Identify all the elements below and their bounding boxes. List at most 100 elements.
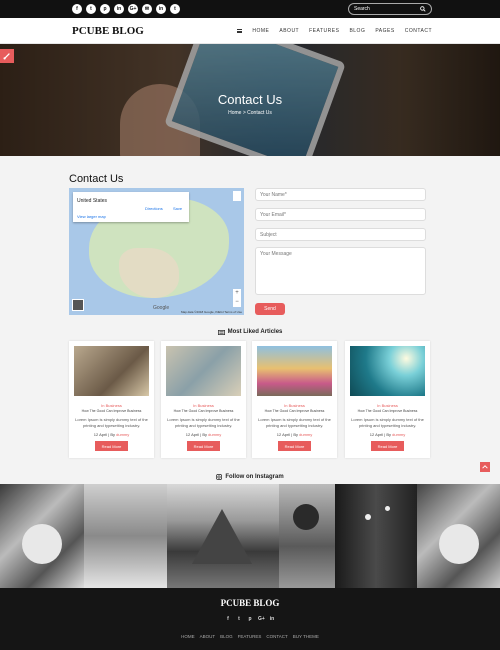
twitter-icon[interactable]: t xyxy=(86,4,96,14)
article-title[interactable]: How The Good Can Improve Business xyxy=(161,409,246,414)
message-field[interactable] xyxy=(255,247,426,295)
send-button[interactable]: Send xyxy=(255,303,285,315)
newspaper-icon xyxy=(217,329,225,335)
article-category[interactable]: In Business xyxy=(252,403,337,408)
nav-item-home[interactable]: HOME xyxy=(252,28,269,34)
footer-link-buy-theme[interactable]: BUY THEME xyxy=(293,634,319,639)
google-map[interactable]: United States Directions Save View large… xyxy=(69,188,244,315)
breadcrumb[interactable]: Home > Contact Us xyxy=(0,110,500,116)
instagram-icon xyxy=(216,474,223,480)
article-meta: 12 April | By dummy xyxy=(93,432,130,437)
main-navbar: PCUBE BLOG HOME ABOUT FEATURES BLOG PAGE… xyxy=(0,18,500,44)
article-title[interactable]: How The Good Can Improve Business xyxy=(345,409,430,414)
map-attribution: Map data ©2018 Google, INEGI Terms of Us… xyxy=(180,310,242,314)
map-directions-link[interactable]: Directions xyxy=(145,206,163,211)
article-card: In Business How The Good Can Improve Bus… xyxy=(252,341,337,458)
map-place-name: United States xyxy=(77,198,108,204)
view-larger-map-link[interactable]: View larger map xyxy=(77,214,106,219)
brush-icon xyxy=(3,53,10,60)
email-field[interactable] xyxy=(255,208,426,221)
article-author[interactable]: dummy xyxy=(299,432,312,437)
article-excerpt: Lorem Ipsum is simply dummy text of the … xyxy=(258,417,331,428)
instagram-photo[interactable] xyxy=(335,484,417,588)
tumblr-icon[interactable]: t xyxy=(170,4,180,14)
search-icon[interactable] xyxy=(420,6,426,12)
linkedin-icon[interactable]: in xyxy=(114,4,124,14)
menu-icon[interactable] xyxy=(237,29,243,33)
map-info-card: United States Directions Save View large… xyxy=(73,192,189,222)
instagram-photo[interactable] xyxy=(84,484,167,588)
article-image[interactable] xyxy=(166,346,241,396)
google-logo: Google xyxy=(153,305,170,311)
nav-menu: HOME ABOUT FEATURES BLOG PAGES CONTACT xyxy=(237,28,432,34)
article-card: In Business How The Good Can Improve Bus… xyxy=(69,341,154,458)
nav-item-blog[interactable]: BLOG xyxy=(349,28,365,34)
article-title[interactable]: How The Good Can Improve Business xyxy=(252,409,337,414)
customizer-toggle[interactable] xyxy=(0,49,14,63)
email-icon[interactable]: ✉ xyxy=(142,4,152,14)
read-more-button[interactable]: Read More xyxy=(187,441,220,451)
google-plus-icon[interactable]: G+ xyxy=(128,4,138,14)
facebook-icon[interactable]: f xyxy=(225,616,231,622)
article-image[interactable] xyxy=(74,346,149,396)
linkedin-icon[interactable]: in xyxy=(269,616,275,622)
footer-nav: HOME ABOUT BLOG FEATURES CONTACT BUY THE… xyxy=(0,634,500,639)
article-category[interactable]: In Business xyxy=(161,403,246,408)
search-box xyxy=(348,3,432,15)
articles-section-title: Most Liked Articles xyxy=(0,329,500,335)
article-author[interactable]: dummy xyxy=(392,432,405,437)
hero-banner: Contact Us Home > Contact Us xyxy=(0,44,500,156)
article-category[interactable]: In Business xyxy=(69,403,154,408)
footer-link-home[interactable]: HOME xyxy=(181,634,195,639)
nav-item-about[interactable]: ABOUT xyxy=(279,28,299,34)
nav-item-features[interactable]: FEATURES xyxy=(309,28,339,34)
footer-logo[interactable]: PCUBE BLOG xyxy=(0,598,500,608)
hero-title: Contact Us xyxy=(217,92,283,107)
article-title[interactable]: How The Good Can Improve Business xyxy=(69,409,154,414)
footer-link-about[interactable]: ABOUT xyxy=(200,634,216,639)
facebook-icon[interactable]: f xyxy=(72,4,82,14)
article-author[interactable]: dummy xyxy=(208,432,221,437)
nav-item-contact[interactable]: CONTACT xyxy=(405,28,432,34)
instagram-photo[interactable] xyxy=(167,484,279,588)
instagram-photo[interactable] xyxy=(417,484,500,588)
article-excerpt: Lorem Ipsum is simply dummy text of the … xyxy=(351,417,424,428)
instagram-feed xyxy=(0,484,500,588)
map-layer-toggle[interactable] xyxy=(72,299,84,311)
footer-social-links: f t p G+ in xyxy=(0,616,500,622)
linkedin-alt-icon[interactable]: in xyxy=(156,4,166,14)
article-image[interactable] xyxy=(257,346,332,396)
social-links: f t p in G+ ✉ in t xyxy=(72,4,180,14)
top-bar: f t p in G+ ✉ in t xyxy=(0,0,500,18)
twitter-icon[interactable]: t xyxy=(236,616,242,622)
article-excerpt: Lorem Ipsum is simply dummy text of the … xyxy=(167,417,240,428)
name-field[interactable] xyxy=(255,188,426,201)
article-category[interactable]: In Business xyxy=(345,403,430,408)
footer-link-contact[interactable]: CONTACT xyxy=(266,634,287,639)
chevron-up-icon xyxy=(482,465,488,469)
footer-link-features[interactable]: FEATURES xyxy=(238,634,262,639)
google-plus-icon[interactable]: G+ xyxy=(258,616,265,622)
search-input[interactable] xyxy=(354,6,421,12)
pinterest-icon[interactable]: p xyxy=(247,616,253,622)
article-author[interactable]: dummy xyxy=(116,432,129,437)
scroll-to-top-button[interactable] xyxy=(480,462,490,472)
footer-link-blog[interactable]: BLOG xyxy=(220,634,233,639)
read-more-button[interactable]: Read More xyxy=(278,441,311,451)
instagram-photo[interactable] xyxy=(0,484,84,588)
street-view-icon[interactable] xyxy=(233,191,241,201)
subject-field[interactable] xyxy=(255,228,426,241)
site-logo[interactable]: PCUBE BLOG xyxy=(72,25,144,37)
read-more-button[interactable]: Read More xyxy=(95,441,128,451)
nav-item-pages[interactable]: PAGES xyxy=(375,28,394,34)
article-image[interactable] xyxy=(350,346,425,396)
instagram-photo[interactable] xyxy=(279,484,335,588)
article-meta: 12 April | By dummy xyxy=(369,432,406,437)
site-footer: PCUBE BLOG f t p G+ in HOME ABOUT BLOG F… xyxy=(0,588,500,650)
read-more-button[interactable]: Read More xyxy=(371,441,404,451)
pinterest-icon[interactable]: p xyxy=(100,4,110,14)
map-zoom-control[interactable]: + − xyxy=(233,289,241,307)
article-meta: 12 April | By dummy xyxy=(185,432,222,437)
map-save-link[interactable]: Save xyxy=(173,206,182,211)
article-meta: 12 April | By dummy xyxy=(276,432,313,437)
